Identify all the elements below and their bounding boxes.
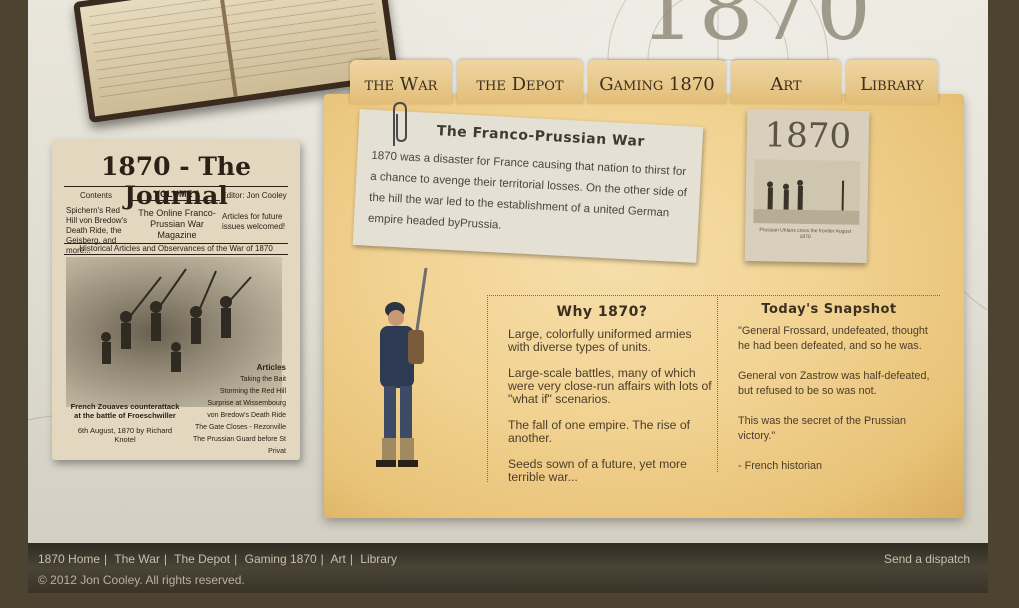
journal-articles-label: Articles — [256, 363, 286, 372]
send-dispatch-link[interactable]: Send a dispatch — [884, 552, 970, 566]
journal-caption-title: French Zouaves counterattack at the batt… — [70, 402, 180, 420]
journal-caption: French Zouaves counterattack at the batt… — [70, 402, 180, 444]
journal-contents-label: Contents — [79, 191, 113, 200]
todays-snapshot-box: Today's Snapshot "General Frossard, unde… — [717, 295, 940, 472]
snapshot-paragraph: This was the secret of the Prussian vict… — [738, 415, 907, 442]
footer-link-gaming-1870[interactable]: Gaming 1870 — [245, 552, 317, 566]
footer-link-library[interactable]: Library — [360, 552, 397, 566]
journal-volume: VOLUME 1 — [153, 189, 200, 199]
tab-library[interactable]: Library — [846, 60, 938, 104]
snapshot-heading: Today's Snapshot — [761, 302, 897, 317]
journal-article: The Gate Closes - Rezonville — [194, 424, 286, 431]
intro-body: 1870 was a disaster for France causing t… — [367, 149, 688, 232]
photo-caption: Prussian Uhlans cross the frontier Augus… — [759, 227, 852, 241]
journal-caption-date: 6th August, 1870 by Richard Knotel — [77, 426, 173, 444]
footer-link-home[interactable]: 1870 Home — [38, 552, 100, 566]
why-item: Large-scale battles, many of which were … — [508, 366, 712, 406]
header-year-mark: 1870 — [640, 0, 875, 60]
why-item: Seeds sown of a future, yet more terribl… — [508, 457, 687, 484]
tab-the-war[interactable]: the War — [350, 60, 452, 104]
journal-article: von Bredow's Death Ride — [207, 412, 286, 419]
footer: 1870 Home | The War | The Depot | Gaming 18… — [28, 543, 988, 593]
tab-gaming-1870[interactable]: Gaming 1870 — [588, 60, 726, 104]
photo-uhlans[interactable]: 1870 Prussian Uhlans cross the frontier … — [744, 108, 870, 264]
tab-label: Gaming 1870 — [599, 74, 715, 95]
photo-scene-image — [753, 159, 861, 225]
photo-title: 1870 — [764, 115, 852, 157]
footer-link-the-war[interactable]: The War — [114, 552, 160, 566]
snapshot-attribution: - French historian — [738, 460, 823, 472]
footer-nav: 1870 Home | The War | The Depot | Gaming 18… — [38, 552, 397, 566]
journal-editor: Editor: Jon Cooley — [221, 191, 287, 200]
intro-title: The Franco-Prussian War — [436, 123, 646, 151]
footer-link-the-depot[interactable]: The Depot — [174, 552, 230, 566]
why-1870-box: Why 1870? Large, colorfully uniformed ar… — [487, 295, 716, 484]
paperclip-icon — [393, 101, 407, 146]
tab-the-depot[interactable]: the Depot — [457, 60, 583, 104]
snapshot-paragraph: "General Frossard, undefeated, thought h… — [738, 325, 928, 352]
tab-art[interactable]: Art — [731, 60, 841, 104]
journal-article: Surprise at Wissembourg — [207, 400, 286, 407]
why-item: The fall of one empire. The rise of anot… — [508, 418, 691, 445]
why-heading: Why 1870? — [556, 304, 648, 320]
snapshot-paragraph: General von Zastrow was half-defeated, b… — [738, 370, 930, 397]
journal-subtitle: Historical Articles and Observances of t… — [79, 244, 273, 253]
footer-link-art[interactable]: Art — [330, 552, 345, 566]
journal-title: 1870 - The Journal — [100, 152, 252, 210]
tab-label: the Depot — [476, 74, 564, 95]
tab-label: the War — [364, 74, 438, 95]
journal-article: Taking the Bait — [240, 376, 286, 383]
why-item: Large, colorfully uniformed armies with … — [508, 327, 692, 354]
soldier-illustration — [376, 268, 428, 467]
journal-article: Storming the Red Hill — [219, 388, 286, 395]
journal-articles: Articles Taking the Bait Storming the Re… — [176, 362, 286, 458]
journal-cover[interactable]: 1870 - The Journal Contents VOLUME 1 Edi… — [52, 140, 300, 460]
tab-label: Art — [770, 74, 802, 95]
tab-label: Library — [860, 74, 924, 95]
journal-article: The Prussian Guard before St Privat — [193, 436, 286, 455]
journal-future: Articles for future issues welcomed! — [222, 212, 286, 231]
footer-copyright: © 2012 Jon Cooley. All rights reserved. — [38, 573, 245, 587]
journal-magazine: The Online Franco-Prussian War Magazine — [138, 208, 216, 240]
